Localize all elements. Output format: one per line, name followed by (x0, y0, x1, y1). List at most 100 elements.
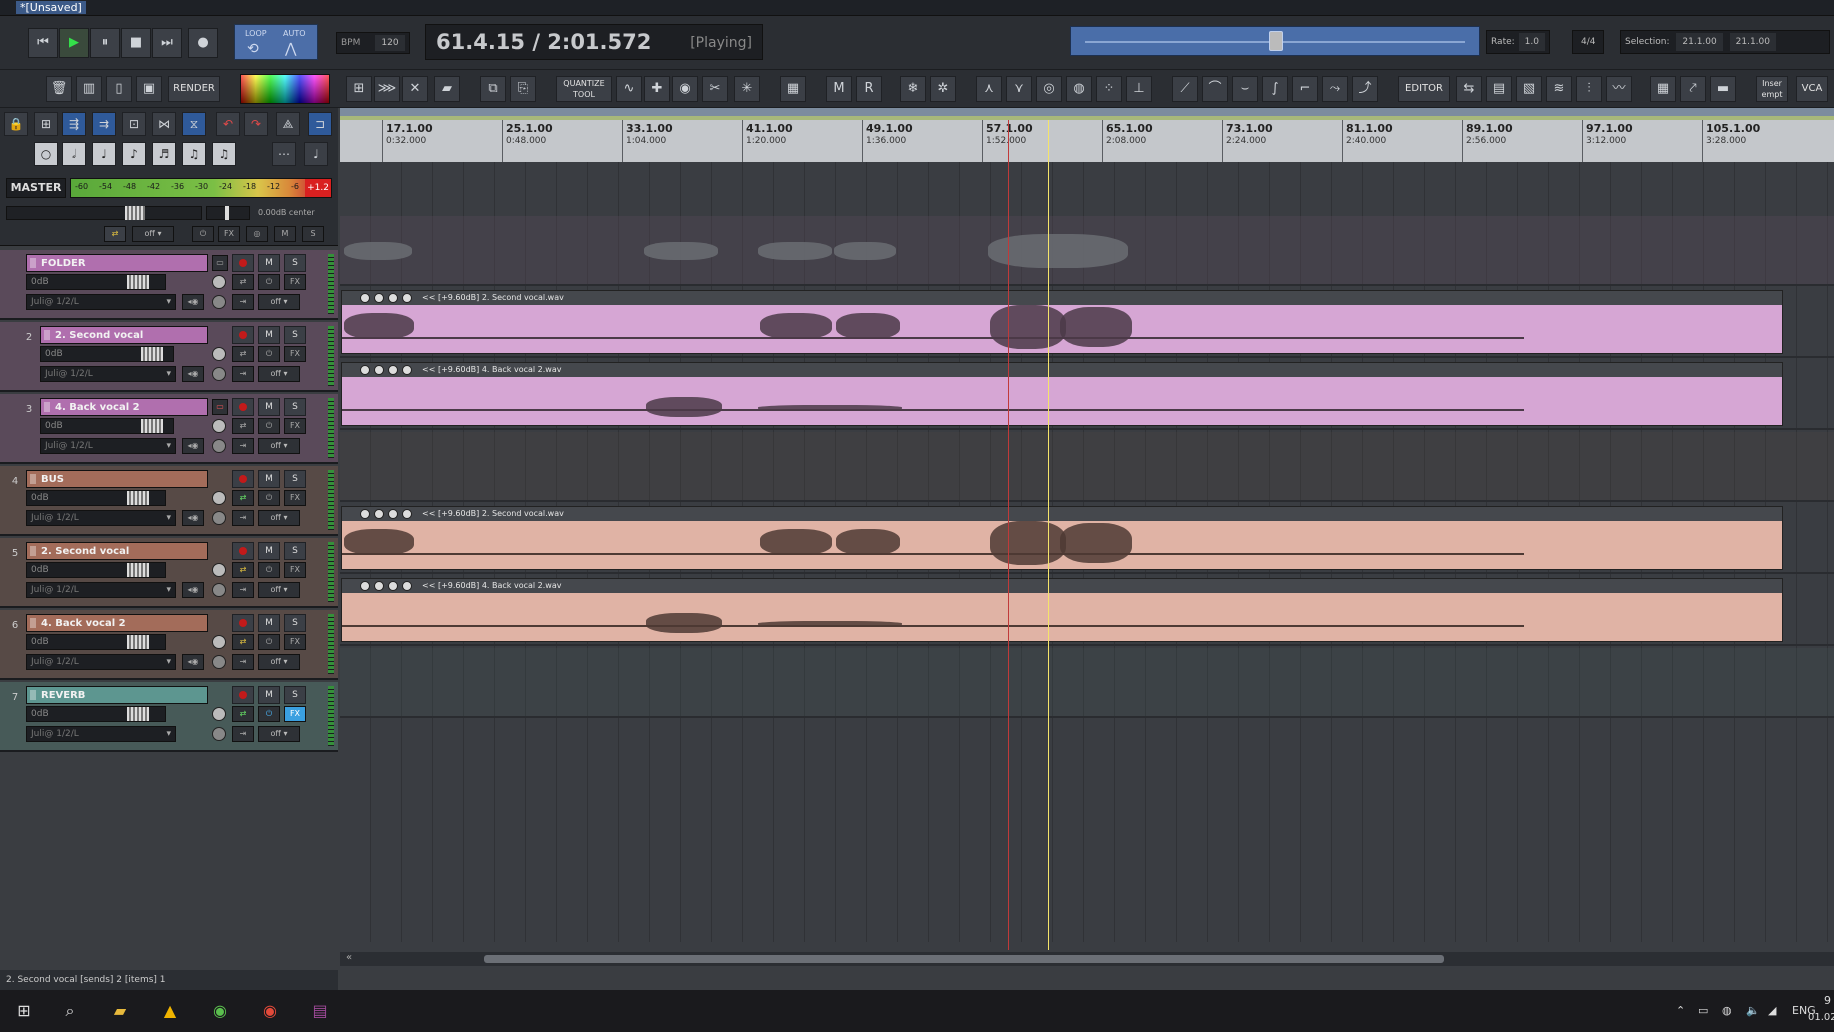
app-triangle-icon[interactable]: ▲ (152, 996, 188, 1026)
wave-small-icon[interactable]: 〰 (1606, 76, 1632, 102)
input-select[interactable]: Juli@ 1/2/L (26, 294, 176, 310)
item-env-icon[interactable] (402, 365, 412, 375)
track-color-picker[interactable] (240, 74, 330, 104)
mute-button[interactable]: M (258, 398, 280, 416)
envelope-new-icon[interactable]: ⋎ (1006, 76, 1032, 102)
monitor-icon[interactable]: ◂◉ (182, 654, 204, 670)
record-arm-button[interactable] (232, 542, 254, 560)
item-fx-icon[interactable] (388, 509, 398, 519)
item-mute-icon[interactable] (374, 365, 384, 375)
track-lane[interactable]: << [+9.60dB] 2. Second vocal.wav (340, 504, 1834, 574)
item-lock-icon[interactable] (360, 365, 370, 375)
ripple-all-icon[interactable]: ⇉ (92, 112, 116, 136)
wifi-icon[interactable]: ◢ (1768, 1004, 1776, 1017)
grid-snap-icon[interactable]: ⊞ (34, 112, 58, 136)
automation-mode[interactable]: off ▾ (258, 654, 300, 670)
phase-icon[interactable] (212, 727, 226, 741)
track-row[interactable]: 6 4. Back vocal 2 M S 0dB ⇄ ⏻ FX Juli@ 1… (0, 610, 338, 680)
item-fx-icon[interactable] (388, 293, 398, 303)
monitor-icon[interactable]: ◂◉ (182, 438, 204, 454)
solo-button[interactable]: S (284, 686, 306, 704)
master-volume-fader[interactable] (6, 206, 202, 220)
quantize-tool-button[interactable]: QUANTIZE TOOL (556, 76, 612, 102)
volume-handle[interactable] (141, 419, 163, 433)
half-note-icon[interactable]: 𝅗𝅥 (62, 142, 86, 166)
sixteenth-note-icon[interactable]: ♬ (152, 142, 176, 166)
layout-icon[interactable]: ▬ (1710, 76, 1736, 102)
swap-icon[interactable]: ⇆ (1456, 76, 1482, 102)
track-name[interactable]: REVERB (26, 686, 208, 704)
mixer-icon[interactable]: ▥ (76, 76, 102, 102)
input-select[interactable]: Juli@ 1/2/L (26, 654, 176, 670)
crossfade-icon[interactable]: ⋈ (152, 112, 176, 136)
volume-handle[interactable] (127, 707, 149, 721)
fx-chain-icon[interactable]: ⋙ (374, 76, 400, 102)
marker-lane[interactable] (340, 116, 1834, 120)
snap-icon[interactable]: ⊐ (308, 112, 332, 136)
rate-field[interactable]: Rate: 1.0 (1486, 30, 1550, 54)
input-select[interactable]: Juli@ 1/2/L (40, 438, 176, 454)
phase-icon[interactable] (212, 439, 226, 453)
trash-icon[interactable]: 🗑 (46, 76, 72, 102)
item-env-icon[interactable] (402, 581, 412, 591)
search-icon[interactable]: ⌕ (52, 996, 88, 1026)
track-name[interactable]: 4. Back vocal 2 (40, 398, 208, 416)
route-icon[interactable]: ⇄ (232, 706, 254, 722)
track-name[interactable]: BUS (26, 470, 208, 488)
snow-alt-icon[interactable]: ✲ (930, 76, 956, 102)
time-signature[interactable]: 4/4 (1572, 30, 1605, 54)
trim-icon[interactable]: ✂ (702, 76, 728, 102)
track-name[interactable]: 2. Second vocal (26, 542, 208, 560)
fx-button[interactable]: FX (284, 562, 306, 578)
envelope-green-icon[interactable]: ⋏ (976, 76, 1002, 102)
route-icon[interactable]: ⤤ (1680, 76, 1706, 102)
monitor-icon[interactable]: ◂◉ (182, 582, 204, 598)
snow-icon[interactable]: ❄ (900, 76, 926, 102)
region-lane[interactable] (340, 108, 1834, 116)
lock-icon[interactable]: 🔒 (4, 112, 28, 136)
automation-mode[interactable]: off ▾ (258, 366, 300, 382)
master-mute-button[interactable]: M (274, 226, 296, 242)
remove-fx-icon[interactable]: ✕ (402, 76, 428, 102)
scroll-thumb[interactable] (484, 955, 1444, 963)
winrar-icon[interactable]: ▤ (302, 996, 338, 1026)
triplet-icon[interactable]: ⋯ (272, 142, 296, 166)
volume-handle[interactable] (141, 347, 163, 361)
fx-button[interactable]: FX (284, 490, 306, 506)
eye-icon[interactable]: ◎ (1036, 76, 1062, 102)
phase-icon[interactable] (212, 367, 226, 381)
network-icon[interactable]: ▭ (1698, 1004, 1708, 1017)
pan-knob[interactable] (212, 563, 226, 577)
master-clip-indicator[interactable]: +1.2 (305, 179, 331, 197)
bpm-value[interactable]: 120 (375, 35, 405, 51)
record-arm-button[interactable] (232, 614, 254, 632)
master-fx-button[interactable]: FX (218, 226, 240, 242)
selection-end[interactable]: 21.1.00 (1729, 33, 1776, 51)
rec-mode-icon[interactable]: ▭ (212, 399, 228, 415)
item-fx-icon[interactable] (388, 581, 398, 591)
media-item[interactable]: << [+9.60dB] 4. Back vocal 2.wav (341, 362, 1783, 426)
playrate-slider[interactable] (1070, 26, 1480, 56)
pan-knob[interactable] (212, 491, 226, 505)
save-icon[interactable]: ▣ (136, 76, 162, 102)
item-mute-icon[interactable] (374, 581, 384, 591)
fx-button[interactable]: FX (284, 634, 306, 650)
clock-date[interactable]: 01.02 (1808, 1012, 1834, 1023)
eighth-note-icon[interactable]: ♪ (122, 142, 146, 166)
sixtyfourth-note-icon[interactable]: ♫ (212, 142, 236, 166)
solo-button[interactable]: S (284, 254, 306, 272)
item-env-icon[interactable] (402, 293, 412, 303)
solo-button[interactable]: S (284, 326, 306, 344)
route-icon[interactable]: ⇄ (232, 634, 254, 650)
input-route-icon[interactable]: ⇥ (232, 510, 254, 526)
render-button[interactable]: RENDER (168, 76, 220, 102)
solo-button[interactable]: S (284, 398, 306, 416)
waveform-icon[interactable]: ∿ (616, 76, 642, 102)
input-select[interactable]: Juli@ 1/2/L (40, 366, 176, 382)
automation-mode[interactable]: off ▾ (258, 582, 300, 598)
stack-icon[interactable]: ▧ (1516, 76, 1542, 102)
mute-button[interactable]: M (258, 614, 280, 632)
pan-knob[interactable] (212, 707, 226, 721)
selection-start[interactable]: 21.1.00 (1676, 33, 1723, 51)
input-route-icon[interactable]: ⇥ (232, 294, 254, 310)
